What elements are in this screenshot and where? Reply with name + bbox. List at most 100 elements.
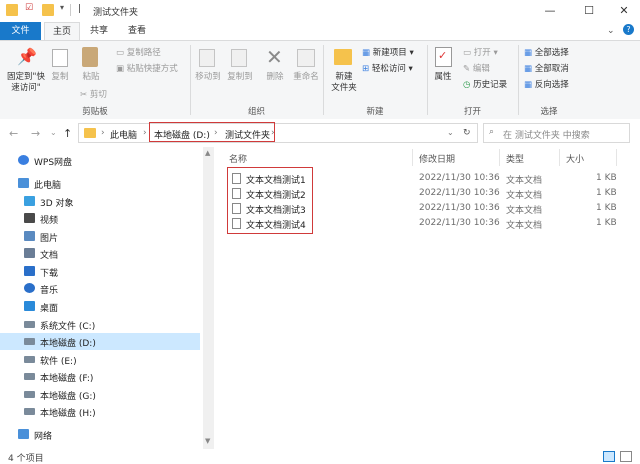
file-type: 文本文档 <box>506 221 543 231</box>
column-header-name[interactable]: 名称 <box>229 152 247 165</box>
back-arrow-icon[interactable]: ← <box>9 127 18 140</box>
up-arrow-icon[interactable]: ↑ <box>63 127 72 140</box>
details-view-icon[interactable] <box>603 451 615 462</box>
group-label-select: 选择 <box>540 107 558 117</box>
breadcrumb-separator[interactable]: › <box>101 128 105 138</box>
address-dropdown-icon[interactable]: ⌄ <box>447 128 454 137</box>
nav-item-wps-cloud[interactable]: WPS网盘 <box>0 152 200 169</box>
minimize-button[interactable]: — <box>534 0 566 22</box>
select-none-button[interactable]: ▦ 全部取消 <box>524 62 569 74</box>
scroll-down-icon[interactable]: ▼ <box>205 437 210 445</box>
nav-item-3d-objects[interactable]: 3D 对象 <box>0 193 200 210</box>
refresh-icon[interactable]: ↻ <box>463 128 471 138</box>
music-icon <box>24 283 35 293</box>
column-header-date[interactable]: 修改日期 <box>419 152 455 165</box>
search-input[interactable]: ⌕ 在 测试文件夹 中搜索 <box>483 123 630 143</box>
nav-item-music[interactable]: 音乐 <box>0 280 200 297</box>
nav-item-this-pc[interactable]: 此电脑 <box>0 175 200 192</box>
nav-label: 桌面 <box>40 304 59 314</box>
nav-item-drive-h[interactable]: 本地磁盘 (H:) <box>0 403 200 420</box>
maximize-button[interactable]: ☐ <box>573 0 605 22</box>
file-size: 1 KB <box>596 203 617 213</box>
nav-item-pictures[interactable]: 图片 <box>0 228 200 245</box>
collapse-ribbon-icon[interactable]: ⌄ <box>607 26 615 36</box>
invert-selection-button[interactable]: ▦ 反向选择 <box>524 78 569 90</box>
nav-label: 3D 对象 <box>40 199 74 209</box>
copy-to-button[interactable]: 复制到 <box>225 72 255 83</box>
file-size: 1 KB <box>596 188 617 198</box>
nav-item-drive-c[interactable]: 系统文件 (C:) <box>0 316 200 333</box>
open-button[interactable]: ▭ 打开 ▾ <box>463 46 498 58</box>
edit-icon: ✎ <box>463 64 473 74</box>
delete-button[interactable]: 删除 <box>262 72 288 83</box>
column-divider[interactable] <box>616 149 617 166</box>
select-all-button[interactable]: ▦ 全部选择 <box>524 46 569 58</box>
copy-button[interactable]: 复制 <box>48 72 72 83</box>
file-type: 文本文档 <box>506 191 543 201</box>
nav-label: 图片 <box>40 234 59 244</box>
nav-item-network[interactable]: 网络 <box>0 426 200 443</box>
folder-icon <box>6 4 18 16</box>
folder-icon <box>84 128 96 138</box>
nav-label: 系统文件 (C:) <box>40 322 96 332</box>
new-folder-button[interactable]: 新建 文件夹 <box>328 72 360 94</box>
tab-view[interactable]: 查看 <box>120 22 154 40</box>
nav-item-downloads[interactable]: 下载 <box>0 263 200 280</box>
select-none-icon: ▦ <box>524 64 535 74</box>
column-header-type[interactable]: 类型 <box>506 152 524 165</box>
new-item-icon: ▦ <box>362 48 373 58</box>
nav-item-drive-f[interactable]: 本地磁盘 (F:) <box>0 368 200 385</box>
column-divider[interactable] <box>559 149 560 166</box>
status-bar: 4 个项目 <box>0 449 640 464</box>
properties-button[interactable]: 属性 <box>432 72 454 83</box>
nav-label: 视频 <box>40 216 59 226</box>
drive-icon <box>24 338 35 345</box>
nav-item-drive-g[interactable]: 本地磁盘 (G:) <box>0 386 200 403</box>
file-date: 2022/11/30 10:36 <box>419 188 500 198</box>
large-icons-view-icon[interactable] <box>620 451 632 462</box>
edit-button[interactable]: ✎ 编辑 <box>463 62 490 74</box>
breadcrumb-separator[interactable]: › <box>143 128 147 138</box>
rename-button[interactable]: 重命名 <box>291 72 321 83</box>
nav-scrollbar[interactable]: ▲ ▼ <box>203 147 214 449</box>
ribbon: 📌 固定到"快速访问" 复制 粘贴 ▭ 复制路径 ▣ 粘贴快捷方式 ✂ 剪切 剪… <box>0 40 640 120</box>
address-row: ← → ⌄ ↑ › 此电脑 › 本地磁盘 (D:) › 测试文件夹 › ⌄ ↻ … <box>0 119 640 147</box>
nav-item-drive-e[interactable]: 软件 (E:) <box>0 351 200 368</box>
new-item-button[interactable]: ▦ 新建项目 ▾ <box>362 46 414 58</box>
nav-label: 软件 (E:) <box>40 357 77 367</box>
column-header-size[interactable]: 大小 <box>566 152 584 165</box>
easy-access-icon: ⊞ <box>362 64 372 74</box>
pin-quick-access-button[interactable]: 固定到"快速访问" <box>3 72 49 94</box>
help-icon[interactable]: ? <box>623 24 634 35</box>
copy-path-button[interactable]: ▭ 复制路径 <box>116 46 161 58</box>
nav-item-videos[interactable]: 视频 <box>0 210 200 227</box>
copy-path-label: 复制路径 <box>126 48 161 58</box>
tab-home[interactable]: 主页 <box>44 22 80 41</box>
new-folder-icon <box>334 49 352 65</box>
column-divider[interactable] <box>499 149 500 166</box>
breadcrumb-this-pc[interactable]: 此电脑 <box>110 128 137 141</box>
close-button[interactable]: ✕ <box>608 0 640 22</box>
forward-arrow-icon[interactable]: → <box>31 127 40 140</box>
paste-shortcut-button[interactable]: ▣ 粘贴快捷方式 <box>116 62 178 74</box>
nav-item-desktop[interactable]: 桌面 <box>0 298 200 315</box>
nav-item-documents[interactable]: 文档 <box>0 245 200 262</box>
window-title: 测试文件夹 <box>93 8 139 18</box>
select-all-icon: ▦ <box>524 48 535 58</box>
tab-share[interactable]: 共享 <box>82 22 116 40</box>
scroll-up-icon[interactable]: ▲ <box>205 149 210 157</box>
nav-item-drive-d[interactable]: 本地磁盘 (D:) <box>0 333 200 350</box>
open-label: 打开 <box>473 48 491 58</box>
address-bar[interactable]: › 此电脑 › 本地磁盘 (D:) › 测试文件夹 › ⌄ ↻ <box>78 123 478 143</box>
history-button[interactable]: ◷ 历史记录 <box>463 78 507 90</box>
scissors-icon: ✂ <box>80 90 90 100</box>
tab-file[interactable]: 文件 <box>0 22 41 40</box>
move-to-button[interactable]: 移动到 <box>193 72 223 83</box>
column-divider[interactable] <box>412 149 413 166</box>
recent-dropdown-icon[interactable]: ⌄ <box>50 128 57 137</box>
paste-button[interactable]: 粘贴 <box>78 72 104 83</box>
cut-button[interactable]: ✂ 剪切 <box>80 88 107 100</box>
properties-quick-icon[interactable]: ☑ <box>25 3 37 15</box>
new-folder-quick-icon[interactable] <box>42 4 54 16</box>
easy-access-button[interactable]: ⊞ 轻松访问 ▾ <box>362 62 413 74</box>
